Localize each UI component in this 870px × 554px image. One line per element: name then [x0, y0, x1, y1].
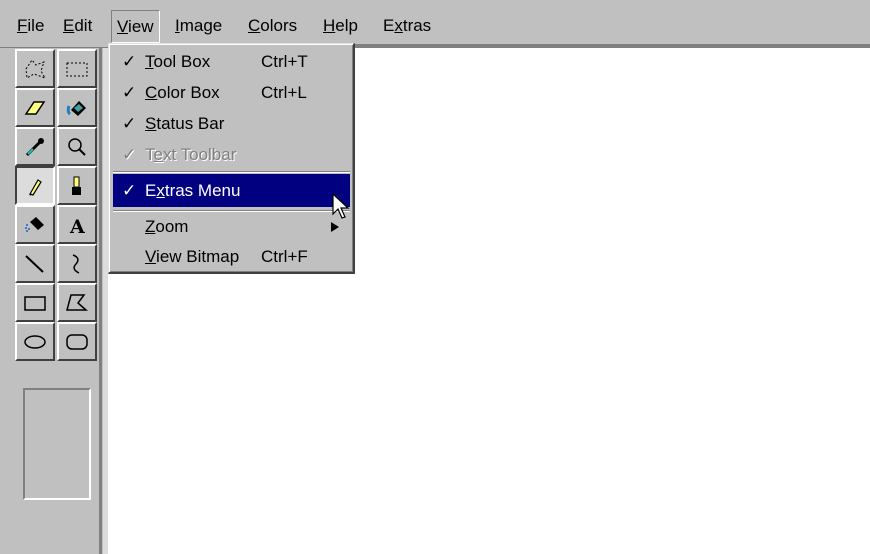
text-tool[interactable]: A — [57, 205, 97, 244]
menu-item-status-bar[interactable]: ✓ Status Bar — [113, 110, 350, 138]
menu-file[interactable]: File — [14, 13, 47, 39]
menu-item-view-bitmap[interactable]: View Bitmap Ctrl+F — [113, 243, 350, 271]
free-select-tool[interactable] — [15, 49, 55, 88]
airbrush-tool[interactable] — [15, 205, 55, 244]
curve-icon — [72, 253, 80, 274]
shortcut-label: Ctrl+T — [261, 52, 308, 71]
free-select-icon — [25, 58, 47, 79]
submenu-arrow-icon — [331, 222, 339, 232]
pencil-icon — [29, 178, 42, 196]
line-icon — [25, 254, 44, 273]
toolbox-divider — [99, 48, 102, 554]
menu-edit[interactable]: Edit — [60, 13, 95, 39]
fill-bucket-tool[interactable] — [57, 88, 97, 127]
menu-help[interactable]: Help — [320, 13, 361, 39]
airbrush-icon — [25, 216, 44, 232]
rect-select-icon — [66, 62, 88, 76]
eraser-tool[interactable] — [15, 88, 55, 127]
menu-item-tool-box[interactable]: ✓ Tool Box Ctrl+T — [113, 48, 350, 76]
menu-image[interactable]: Image — [172, 13, 225, 39]
menu-item-color-box[interactable]: ✓ Color Box Ctrl+L — [113, 79, 350, 107]
rectangle-tool[interactable] — [15, 283, 55, 322]
menu-view[interactable]: View — [111, 10, 160, 43]
menu-colors[interactable]: Colors — [245, 13, 300, 39]
menu-item-extras-menu[interactable]: ✓ Extras Menu — [113, 174, 350, 207]
mouse-pointer-icon — [332, 193, 350, 219]
check-icon: ✓ — [122, 181, 137, 200]
polygon-icon — [66, 293, 88, 311]
check-icon: ✓ — [122, 145, 137, 164]
polygon-tool[interactable] — [57, 283, 97, 322]
check-icon: ✓ — [122, 114, 137, 133]
fill-bucket-icon — [66, 100, 86, 116]
menu-extras[interactable]: Extras — [380, 13, 434, 39]
color-picker-icon — [25, 137, 44, 156]
curve-tool[interactable] — [57, 244, 97, 283]
eraser-icon — [24, 100, 46, 115]
rectangle-icon — [24, 295, 46, 311]
rect-select-tool[interactable] — [57, 49, 97, 88]
color-picker-tool[interactable] — [15, 127, 55, 166]
brush-tool[interactable] — [57, 166, 97, 205]
svg-text:A: A — [69, 216, 85, 237]
menu-bar: File Edit View Image Colors Help Extras — [0, 0, 870, 48]
ellipse-tool[interactable] — [15, 322, 55, 361]
magnifier-icon — [68, 137, 86, 156]
brush-icon — [72, 176, 81, 195]
shortcut-label: Ctrl+L — [261, 83, 307, 102]
line-tool[interactable] — [15, 244, 55, 283]
shortcut-label: Ctrl+F — [261, 247, 308, 266]
rounded-rect-tool[interactable] — [57, 322, 97, 361]
menu-item-text-toolbar[interactable]: ✓ Text Toolbar — [113, 141, 350, 169]
menu-separator — [113, 171, 350, 173]
menu-separator — [113, 210, 350, 212]
tool-box: A — [0, 48, 108, 554]
rounded-rect-icon — [66, 333, 88, 350]
magnifier-tool[interactable] — [57, 127, 97, 166]
tool-options-panel[interactable] — [23, 388, 91, 500]
check-icon: ✓ — [122, 52, 137, 71]
view-menu-dropdown: ✓ Tool Box Ctrl+T ✓ Color Box Ctrl+L ✓ S… — [108, 43, 355, 274]
text-icon: A — [69, 216, 85, 237]
pencil-tool[interactable] — [15, 166, 55, 205]
menu-item-zoom[interactable]: Zoom — [113, 213, 350, 241]
check-icon: ✓ — [122, 83, 137, 102]
ellipse-icon — [24, 334, 46, 349]
